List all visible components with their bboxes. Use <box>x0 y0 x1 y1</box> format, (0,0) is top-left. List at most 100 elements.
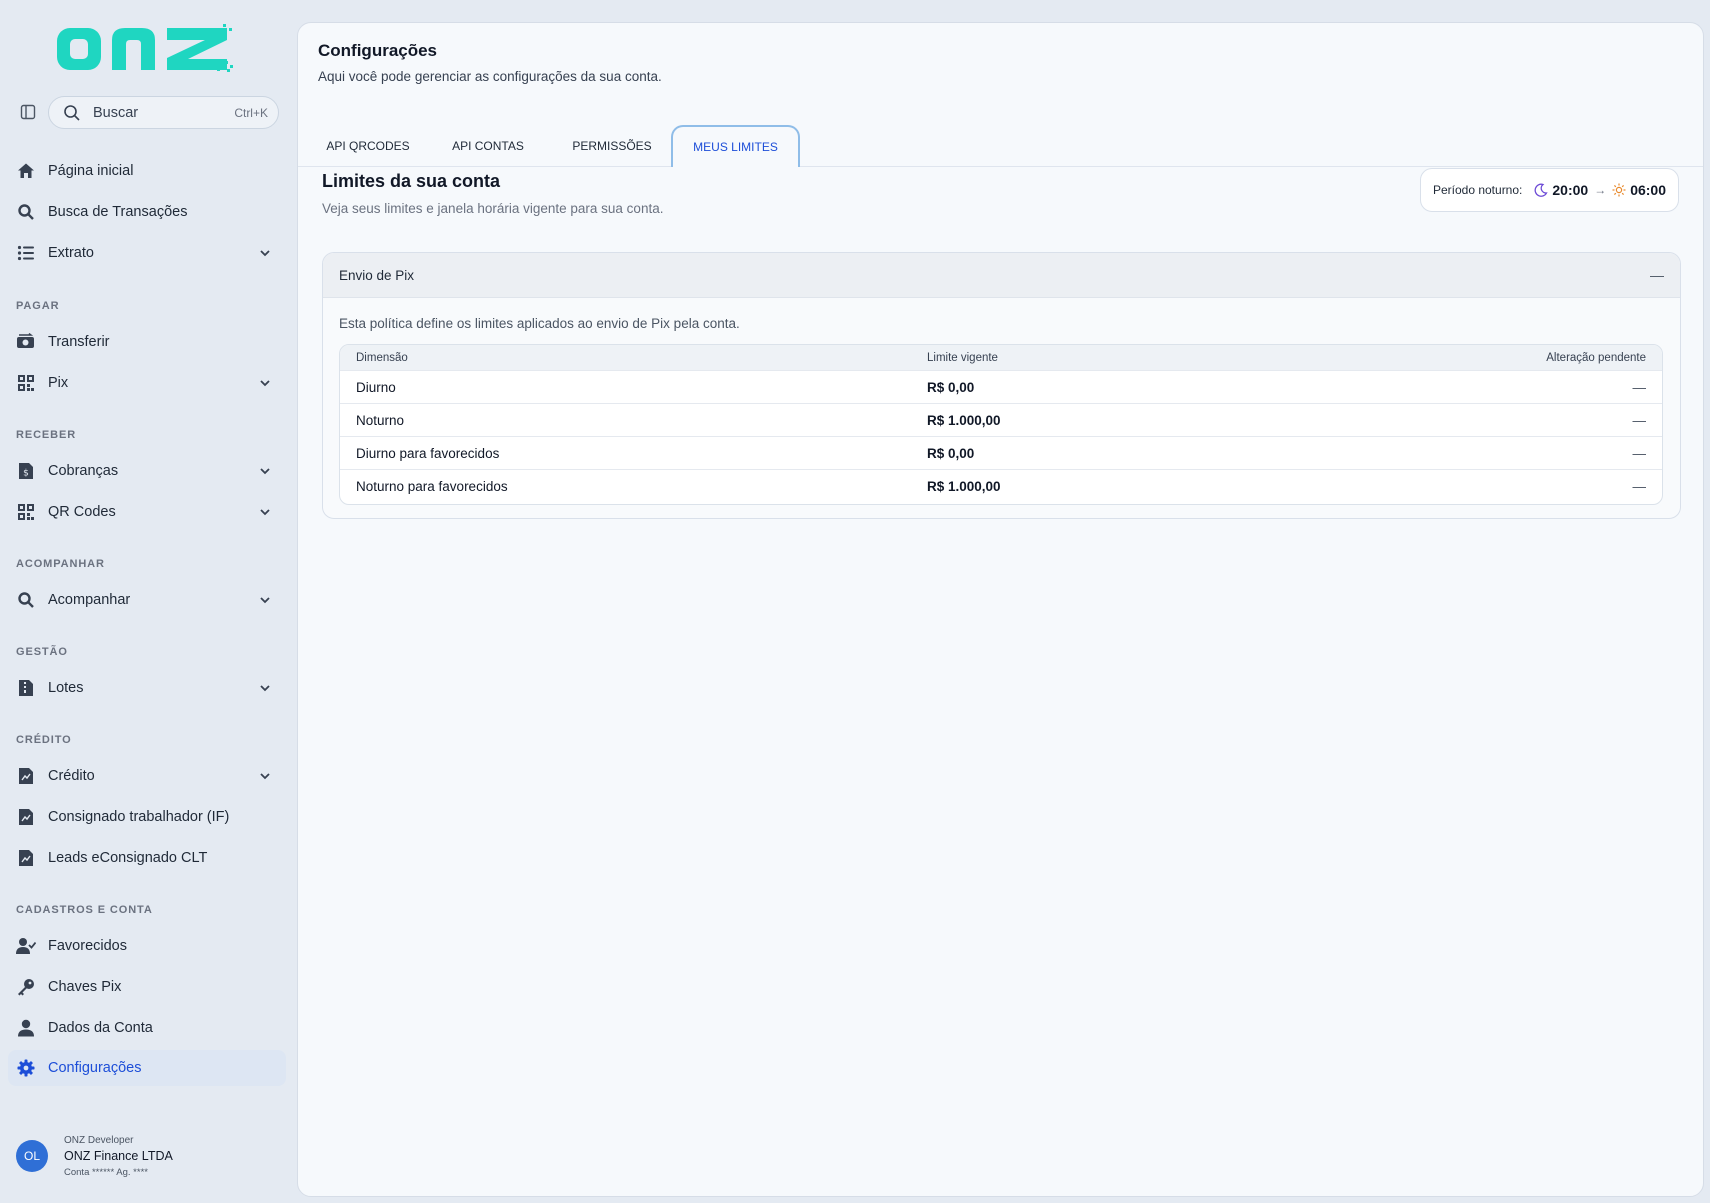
cell-limit: R$ 0,00 <box>927 445 975 461</box>
main-panel: Configurações Aqui você pode gerenciar a… <box>297 22 1704 1197</box>
chevron-down-icon[interactable] <box>258 681 272 695</box>
night-period-badge: Período noturno: 20:00 → 06:00 <box>1419 168 1679 212</box>
table-row: Diurno R$ 0,00 — <box>340 370 1662 403</box>
sidebar-item-cobrancas[interactable]: $ Cobranças <box>8 453 286 489</box>
accordion-title: Envio de Pix <box>339 267 415 283</box>
invoice-icon: $ <box>16 461 36 481</box>
page-title: Configurações <box>318 41 438 60</box>
sidebar-item-qr-codes[interactable]: QR Codes <box>8 494 286 530</box>
avatar: OL <box>16 1140 48 1172</box>
limits-subtitle: Veja seus limites e janela horária vigen… <box>322 201 664 216</box>
section-title-gestao: GESTÃO <box>16 646 68 658</box>
search-icon <box>63 104 81 122</box>
cell-dimension: Diurno para favorecidos <box>356 445 500 461</box>
sidebar-item-chaves-pix[interactable]: Chaves Pix <box>8 969 286 1005</box>
cell-pending: — <box>1632 445 1647 461</box>
sidebar-item-label: Favorecidos <box>48 938 127 954</box>
cell-dimension: Diurno <box>356 379 396 395</box>
sidebar-item-label: Busca de Transações <box>48 204 188 220</box>
user-company: ONZ Finance LTDA <box>64 1148 173 1163</box>
sidebar-item-label: Página inicial <box>48 163 134 179</box>
file-chart-icon <box>16 766 36 786</box>
home-icon <box>16 161 36 181</box>
user-role: ONZ Developer <box>64 1134 134 1146</box>
list-icon <box>16 243 36 263</box>
sidebar-item-label: Leads eConsignado CLT <box>48 850 208 866</box>
sidebar-item-acompanhar[interactable]: Acompanhar <box>8 582 286 618</box>
qr-grid-icon <box>16 373 36 393</box>
sidebar-item-consignado-trabalhador[interactable]: Consignado trabalhador (IF) <box>8 799 286 835</box>
collapse-icon[interactable]: — <box>1650 267 1664 283</box>
sidebar-item-transferir[interactable]: Transferir <box>8 324 286 360</box>
sidebar-item-configuracoes[interactable]: Configurações <box>8 1050 286 1086</box>
sidebar-item-label: Consignado trabalhador (IF) <box>48 809 230 825</box>
sidebar-item-label: Acompanhar <box>48 592 131 608</box>
limits-title: Limites da sua conta <box>322 171 501 191</box>
sidebar-item-busca-transacoes[interactable]: Busca de Transações <box>8 194 286 230</box>
sidebar-item-label: Cobranças <box>48 463 119 479</box>
section-title-pagar: PAGAR <box>16 300 60 312</box>
chevron-down-icon[interactable] <box>258 505 272 519</box>
cell-limit: R$ 0,00 <box>927 379 975 395</box>
tab-api-qrcodes[interactable]: API QRCODES <box>314 125 422 167</box>
table-row: Noturno para favorecidos R$ 1.000,00 — <box>340 469 1662 502</box>
night-period-label: Período noturno: <box>1432 183 1523 197</box>
file-zip-icon <box>16 678 36 698</box>
sidebar-item-pix[interactable]: Pix <box>8 365 286 401</box>
accordion-description: Esta política define os limites aplicado… <box>339 316 740 331</box>
cell-pending: — <box>1632 379 1647 395</box>
sidebar-item-lotes[interactable]: Lotes <box>8 670 286 706</box>
pix-limits-accordion: Envio de Pix — Esta política define os l… <box>322 252 1681 519</box>
cell-dimension: Noturno para favorecidos <box>356 478 508 494</box>
section-title-cadastros: CADASTROS E CONTA <box>16 904 153 916</box>
onz-logo[interactable] <box>55 22 237 76</box>
moon-icon <box>1534 183 1549 197</box>
chevron-down-icon[interactable] <box>258 593 272 607</box>
svg-text:$: $ <box>23 469 29 479</box>
cell-pending: — <box>1632 478 1647 494</box>
section-title-acompanhar: ACOMPANHAR <box>16 558 105 570</box>
sun-icon <box>1612 183 1626 197</box>
sidebar-item-label: Configurações <box>48 1060 142 1076</box>
sidebar-item-label: QR Codes <box>48 504 116 520</box>
sidebar-item-extrato[interactable]: Extrato <box>8 235 286 271</box>
chevron-down-icon[interactable] <box>258 246 272 260</box>
chevron-down-icon[interactable] <box>258 464 272 478</box>
table-row: Diurno para favorecidos R$ 0,00 — <box>340 436 1662 469</box>
arrow-right-icon: → <box>1594 183 1607 197</box>
sidebar-item-label: Chaves Pix <box>48 979 122 995</box>
settings-tabs: API QRCODES API CONTAS PERMISSÕES MEUS L… <box>298 103 1703 167</box>
sidebar-item-credito[interactable]: Crédito <box>8 758 286 794</box>
file-chart-icon <box>16 848 36 868</box>
search-icon <box>16 202 36 222</box>
tab-permissoes[interactable]: PERMISSÕES <box>554 125 670 167</box>
sidebar-toggle-icon[interactable] <box>18 102 38 122</box>
chevron-down-icon[interactable] <box>258 376 272 390</box>
sidebar-item-label: Crédito <box>48 768 95 784</box>
sidebar-item-dados-conta[interactable]: Dados da Conta <box>8 1010 286 1046</box>
search-input[interactable]: Buscar Ctrl+K <box>48 96 279 129</box>
tab-api-contas[interactable]: API CONTAS <box>434 125 542 167</box>
chevron-down-icon[interactable] <box>258 769 272 783</box>
column-header-alteracao-pendente: Alteração pendente <box>1546 351 1646 364</box>
search-icon <box>16 590 36 610</box>
accordion-header[interactable]: Envio de Pix — <box>323 253 1680 298</box>
money-transfer-icon <box>16 332 36 352</box>
user-profile[interactable]: OL ONZ Developer ONZ Finance LTDA Conta … <box>16 1130 286 1182</box>
section-title-credito: CRÉDITO <box>16 734 72 746</box>
cell-limit: R$ 1.000,00 <box>927 478 1001 494</box>
sidebar-item-label: Pix <box>48 375 69 391</box>
user-icon <box>16 1018 36 1038</box>
user-check-icon <box>16 936 36 956</box>
sidebar-item-label: Dados da Conta <box>48 1020 153 1036</box>
cell-dimension: Noturno <box>356 412 405 428</box>
sidebar-item-leads-econsignado[interactable]: Leads eConsignado CLT <box>8 840 286 876</box>
limits-table: Dimensão Limite vigente Alteração penden… <box>339 344 1663 505</box>
sidebar-item-pagina-inicial[interactable]: Página inicial <box>8 153 286 189</box>
sidebar-item-favorecidos[interactable]: Favorecidos <box>8 928 286 964</box>
section-title-receber: RECEBER <box>16 429 77 441</box>
sidebar-item-label: Extrato <box>48 245 94 261</box>
column-header-dimensao: Dimensão <box>356 351 408 364</box>
night-start-time: 20:00 <box>1552 182 1589 198</box>
tab-meus-limites[interactable]: MEUS LIMITES <box>671 125 800 167</box>
